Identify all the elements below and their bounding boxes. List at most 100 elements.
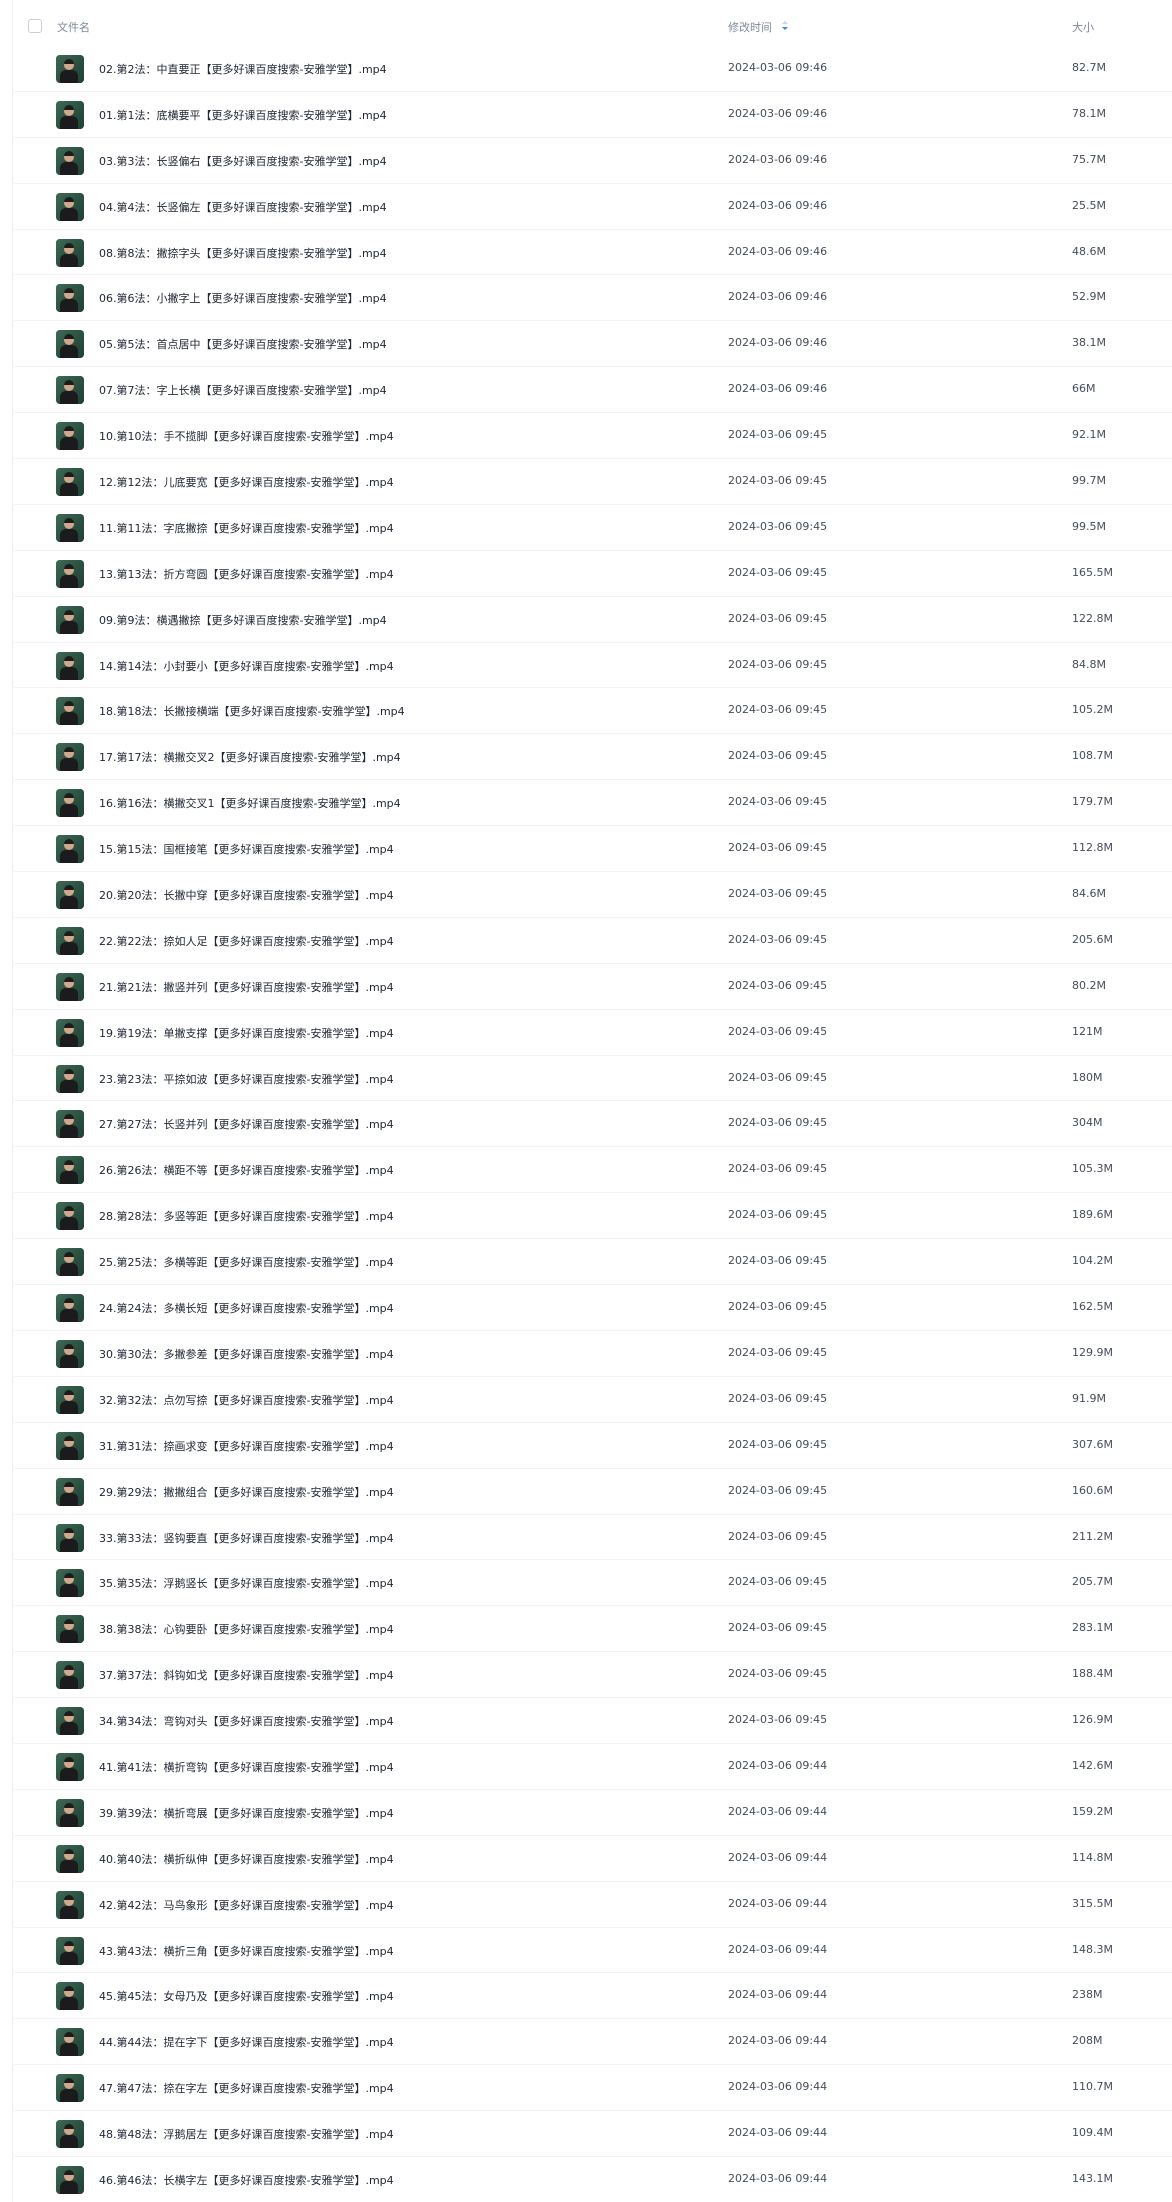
file-row[interactable]: 35.第35法：浮鹅竖长【更多好课百度搜索-安雅学堂】.mp4 2024-03-0…	[14, 1560, 1172, 1607]
file-name[interactable]: 08.第8法：撇捺字头【更多好课百度搜索-安雅学堂】.mp4	[99, 245, 387, 261]
file-name[interactable]: 11.第11法：字底撇捺【更多好课百度搜索-安雅学堂】.mp4	[99, 520, 394, 536]
column-header-time[interactable]: 修改时间	[728, 19, 772, 35]
file-name[interactable]: 29.第29法：撇撇组合【更多好课百度搜索-安雅学堂】.mp4	[99, 1484, 394, 1500]
file-row[interactable]: 07.第7法：字上长横【更多好课百度搜索-安雅学堂】.mp4 2024-03-06…	[14, 367, 1172, 414]
file-row[interactable]: 16.第16法：横撇交叉1【更多好课百度搜索-安雅学堂】.mp4 2024-03-…	[14, 780, 1172, 827]
file-name[interactable]: 17.第17法：横撇交叉2【更多好课百度搜索-安雅学堂】.mp4	[99, 749, 401, 765]
file-row[interactable]: 31.第31法：捺画求变【更多好课百度搜索-安雅学堂】.mp4 2024-03-0…	[14, 1423, 1172, 1469]
file-row[interactable]: 38.第38法：心钩要卧【更多好课百度搜索-安雅学堂】.mp4 2024-03-0…	[14, 1606, 1172, 1653]
file-name[interactable]: 21.第21法：撇竖并列【更多好课百度搜索-安雅学堂】.mp4	[99, 979, 394, 995]
file-row[interactable]: 18.第18法：长撇接横端【更多好课百度搜索-安雅学堂】.mp4 2024-03-…	[14, 688, 1172, 735]
file-row[interactable]: 47.第47法：捺在字左【更多好课百度搜索-安雅学堂】.mp4 2024-03-0…	[14, 2065, 1172, 2112]
file-row[interactable]: 01.第1法：底横要平【更多好课百度搜索-安雅学堂】.mp4 2024-03-06…	[14, 92, 1172, 138]
file-row[interactable]: 13.第13法：折方弯圆【更多好课百度搜索-安雅学堂】.mp4 2024-03-0…	[14, 551, 1172, 597]
file-row[interactable]: 24.第24法：多横长短【更多好课百度搜索-安雅学堂】.mp4 2024-03-0…	[14, 1285, 1172, 1331]
file-name[interactable]: 02.第2法：中直要正【更多好课百度搜索-安雅学堂】.mp4	[99, 61, 387, 77]
file-name[interactable]: 13.第13法：折方弯圆【更多好课百度搜索-安雅学堂】.mp4	[99, 566, 394, 582]
file-name[interactable]: 39.第39法：横折弯展【更多好课百度搜索-安雅学堂】.mp4	[99, 1805, 394, 1821]
file-name[interactable]: 07.第7法：字上长横【更多好课百度搜索-安雅学堂】.mp4	[99, 382, 387, 398]
file-name[interactable]: 41.第41法：横折弯钩【更多好课百度搜索-安雅学堂】.mp4	[99, 1759, 394, 1775]
file-row[interactable]: 46.第46法：长横字左【更多好课百度搜索-安雅学堂】.mp4 2024-03-0…	[14, 2157, 1172, 2202]
file-name[interactable]: 31.第31法：捺画求变【更多好课百度搜索-安雅学堂】.mp4	[99, 1438, 394, 1454]
file-row[interactable]: 12.第12法：儿底要宽【更多好课百度搜索-安雅学堂】.mp4 2024-03-0…	[14, 459, 1172, 505]
file-row[interactable]: 33.第33法：竖钩要直【更多好课百度搜索-安雅学堂】.mp4 2024-03-0…	[14, 1515, 1172, 1561]
file-name[interactable]: 16.第16法：横撇交叉1【更多好课百度搜索-安雅学堂】.mp4	[99, 795, 401, 811]
file-name[interactable]: 14.第14法：小封要小【更多好课百度搜索-安雅学堂】.mp4	[99, 658, 394, 674]
file-name[interactable]: 48.第48法：浮鹅居左【更多好课百度搜索-安雅学堂】.mp4	[99, 2126, 394, 2142]
file-name[interactable]: 40.第40法：横折纵伸【更多好课百度搜索-安雅学堂】.mp4	[99, 1851, 394, 1867]
column-header-name[interactable]: 文件名	[57, 19, 90, 35]
file-row[interactable]: 27.第27法：长竖并列【更多好课百度搜索-安雅学堂】.mp4 2024-03-0…	[14, 1101, 1172, 1148]
file-name[interactable]: 43.第43法：横折三角【更多好课百度搜索-安雅学堂】.mp4	[99, 1943, 394, 1959]
file-name[interactable]: 42.第42法：马鸟象形【更多好课百度搜索-安雅学堂】.mp4	[99, 1897, 394, 1913]
select-all-checkbox[interactable]	[28, 19, 42, 33]
file-row[interactable]: 25.第25法：多横等距【更多好课百度搜索-安雅学堂】.mp4 2024-03-0…	[14, 1239, 1172, 1286]
file-row[interactable]: 32.第32法：点勿写捺【更多好课百度搜索-安雅学堂】.mp4 2024-03-0…	[14, 1377, 1172, 1423]
file-row[interactable]: 34.第34法：弯钩对头【更多好课百度搜索-安雅学堂】.mp4 2024-03-0…	[14, 1698, 1172, 1744]
file-name[interactable]: 37.第37法：斜钩如戈【更多好课百度搜索-安雅学堂】.mp4	[99, 1667, 394, 1683]
file-name[interactable]: 32.第32法：点勿写捺【更多好课百度搜索-安雅学堂】.mp4	[99, 1392, 394, 1408]
file-row[interactable]: 10.第10法：手不揽脚【更多好课百度搜索-安雅学堂】.mp4 2024-03-0…	[14, 413, 1172, 460]
file-row[interactable]: 21.第21法：撇竖并列【更多好课百度搜索-安雅学堂】.mp4 2024-03-0…	[14, 964, 1172, 1010]
file-row[interactable]: 39.第39法：横折弯展【更多好课百度搜索-安雅学堂】.mp4 2024-03-0…	[14, 1790, 1172, 1836]
file-row[interactable]: 05.第5法：首点居中【更多好课百度搜索-安雅学堂】.mp4 2024-03-06…	[14, 321, 1172, 368]
column-header-size[interactable]: 大小	[1072, 19, 1094, 35]
file-row[interactable]: 45.第45法：女母乃及【更多好课百度搜索-安雅学堂】.mp4 2024-03-0…	[14, 1973, 1172, 2020]
file-row[interactable]: 22.第22法：捺如人足【更多好课百度搜索-安雅学堂】.mp4 2024-03-0…	[14, 918, 1172, 964]
file-name[interactable]: 24.第24法：多横长短【更多好课百度搜索-安雅学堂】.mp4	[99, 1300, 394, 1316]
file-name[interactable]: 05.第5法：首点居中【更多好课百度搜索-安雅学堂】.mp4	[99, 336, 387, 352]
file-name[interactable]: 47.第47法：捺在字左【更多好课百度搜索-安雅学堂】.mp4	[99, 2080, 394, 2096]
file-name[interactable]: 23.第23法：平捺如波【更多好课百度搜索-安雅学堂】.mp4	[99, 1071, 394, 1087]
file-row[interactable]: 37.第37法：斜钩如戈【更多好课百度搜索-安雅学堂】.mp4 2024-03-0…	[14, 1652, 1172, 1699]
file-name[interactable]: 01.第1法：底横要平【更多好课百度搜索-安雅学堂】.mp4	[99, 107, 387, 123]
file-row[interactable]: 17.第17法：横撇交叉2【更多好课百度搜索-安雅学堂】.mp4 2024-03-…	[14, 734, 1172, 781]
file-name[interactable]: 06.第6法：小撇字上【更多好课百度搜索-安雅学堂】.mp4	[99, 290, 387, 306]
file-name[interactable]: 34.第34法：弯钩对头【更多好课百度搜索-安雅学堂】.mp4	[99, 1713, 394, 1729]
file-name[interactable]: 35.第35法：浮鹅竖长【更多好课百度搜索-安雅学堂】.mp4	[99, 1575, 394, 1591]
file-name[interactable]: 19.第19法：单撇支撑【更多好课百度搜索-安雅学堂】.mp4	[99, 1025, 394, 1041]
file-row[interactable]: 26.第26法：横距不等【更多好课百度搜索-安雅学堂】.mp4 2024-03-0…	[14, 1147, 1172, 1194]
file-name[interactable]: 38.第38法：心钩要卧【更多好课百度搜索-安雅学堂】.mp4	[99, 1621, 394, 1637]
file-row[interactable]: 03.第3法：长竖偏右【更多好课百度搜索-安雅学堂】.mp4 2024-03-06…	[14, 138, 1172, 184]
file-name[interactable]: 09.第9法：横遇撇捺【更多好课百度搜索-安雅学堂】.mp4	[99, 612, 387, 628]
file-row[interactable]: 43.第43法：横折三角【更多好课百度搜索-安雅学堂】.mp4 2024-03-0…	[14, 1928, 1172, 1974]
file-row[interactable]: 20.第20法：长撇中穿【更多好课百度搜索-安雅学堂】.mp4 2024-03-0…	[14, 872, 1172, 918]
file-row[interactable]: 06.第6法：小撇字上【更多好课百度搜索-安雅学堂】.mp4 2024-03-06…	[14, 275, 1172, 322]
file-row[interactable]: 02.第2法：中直要正【更多好课百度搜索-安雅学堂】.mp4 2024-03-06…	[14, 46, 1172, 92]
file-name[interactable]: 26.第26法：横距不等【更多好课百度搜索-安雅学堂】.mp4	[99, 1162, 394, 1178]
file-row[interactable]: 40.第40法：横折纵伸【更多好课百度搜索-安雅学堂】.mp4 2024-03-0…	[14, 1836, 1172, 1882]
file-row[interactable]: 41.第41法：横折弯钩【更多好课百度搜索-安雅学堂】.mp4 2024-03-0…	[14, 1744, 1172, 1790]
file-row[interactable]: 42.第42法：马鸟象形【更多好课百度搜索-安雅学堂】.mp4 2024-03-0…	[14, 1882, 1172, 1928]
file-row[interactable]: 29.第29法：撇撇组合【更多好课百度搜索-安雅学堂】.mp4 2024-03-0…	[14, 1469, 1172, 1515]
file-name[interactable]: 46.第46法：长横字左【更多好课百度搜索-安雅学堂】.mp4	[99, 2172, 394, 2188]
file-name[interactable]: 44.第44法：提在字下【更多好课百度搜索-安雅学堂】.mp4	[99, 2034, 394, 2050]
file-row[interactable]: 48.第48法：浮鹅居左【更多好课百度搜索-安雅学堂】.mp4 2024-03-0…	[14, 2111, 1172, 2157]
sort-descending-icon[interactable]	[780, 18, 790, 34]
file-name[interactable]: 33.第33法：竖钩要直【更多好课百度搜索-安雅学堂】.mp4	[99, 1530, 394, 1546]
file-name[interactable]: 28.第28法：多竖等距【更多好课百度搜索-安雅学堂】.mp4	[99, 1208, 394, 1224]
file-row[interactable]: 09.第9法：横遇撇捺【更多好课百度搜索-安雅学堂】.mp4 2024-03-06…	[14, 597, 1172, 643]
file-modified-time: 2024-03-06 09:45	[728, 1345, 828, 1359]
file-name[interactable]: 20.第20法：长撇中穿【更多好课百度搜索-安雅学堂】.mp4	[99, 887, 394, 903]
file-name[interactable]: 45.第45法：女母乃及【更多好课百度搜索-安雅学堂】.mp4	[99, 1988, 394, 2004]
file-name[interactable]: 04.第4法：长竖偏左【更多好课百度搜索-安雅学堂】.mp4	[99, 199, 387, 215]
file-row[interactable]: 11.第11法：字底撇捺【更多好课百度搜索-安雅学堂】.mp4 2024-03-0…	[14, 505, 1172, 551]
file-name[interactable]: 27.第27法：长竖并列【更多好课百度搜索-安雅学堂】.mp4	[99, 1116, 394, 1132]
file-name[interactable]: 12.第12法：儿底要宽【更多好课百度搜索-安雅学堂】.mp4	[99, 474, 394, 490]
file-row[interactable]: 28.第28法：多竖等距【更多好课百度搜索-安雅学堂】.mp4 2024-03-0…	[14, 1193, 1172, 1240]
file-row[interactable]: 19.第19法：单撇支撑【更多好课百度搜索-安雅学堂】.mp4 2024-03-0…	[14, 1010, 1172, 1056]
file-row[interactable]: 15.第15法：国框接笔【更多好课百度搜索-安雅学堂】.mp4 2024-03-0…	[14, 826, 1172, 873]
file-row[interactable]: 14.第14法：小封要小【更多好课百度搜索-安雅学堂】.mp4 2024-03-0…	[14, 643, 1172, 689]
file-name[interactable]: 22.第22法：捺如人足【更多好课百度搜索-安雅学堂】.mp4	[99, 933, 394, 949]
file-row[interactable]: 08.第8法：撇捺字头【更多好课百度搜索-安雅学堂】.mp4 2024-03-06…	[14, 230, 1172, 276]
file-name[interactable]: 03.第3法：长竖偏右【更多好课百度搜索-安雅学堂】.mp4	[99, 153, 387, 169]
file-row[interactable]: 30.第30法：多撇参差【更多好课百度搜索-安雅学堂】.mp4 2024-03-0…	[14, 1331, 1172, 1377]
file-name[interactable]: 30.第30法：多撇参差【更多好课百度搜索-安雅学堂】.mp4	[99, 1346, 394, 1362]
file-name[interactable]: 25.第25法：多横等距【更多好课百度搜索-安雅学堂】.mp4	[99, 1254, 394, 1270]
file-name[interactable]: 15.第15法：国框接笔【更多好课百度搜索-安雅学堂】.mp4	[99, 841, 394, 857]
file-name[interactable]: 10.第10法：手不揽脚【更多好课百度搜索-安雅学堂】.mp4	[99, 428, 394, 444]
file-row[interactable]: 04.第4法：长竖偏左【更多好课百度搜索-安雅学堂】.mp4 2024-03-06…	[14, 184, 1172, 230]
file-row[interactable]: 23.第23法：平捺如波【更多好课百度搜索-安雅学堂】.mp4 2024-03-0…	[14, 1056, 1172, 1102]
file-name[interactable]: 18.第18法：长撇接横端【更多好课百度搜索-安雅学堂】.mp4	[99, 703, 405, 719]
file-row[interactable]: 44.第44法：提在字下【更多好课百度搜索-安雅学堂】.mp4 2024-03-0…	[14, 2019, 1172, 2066]
